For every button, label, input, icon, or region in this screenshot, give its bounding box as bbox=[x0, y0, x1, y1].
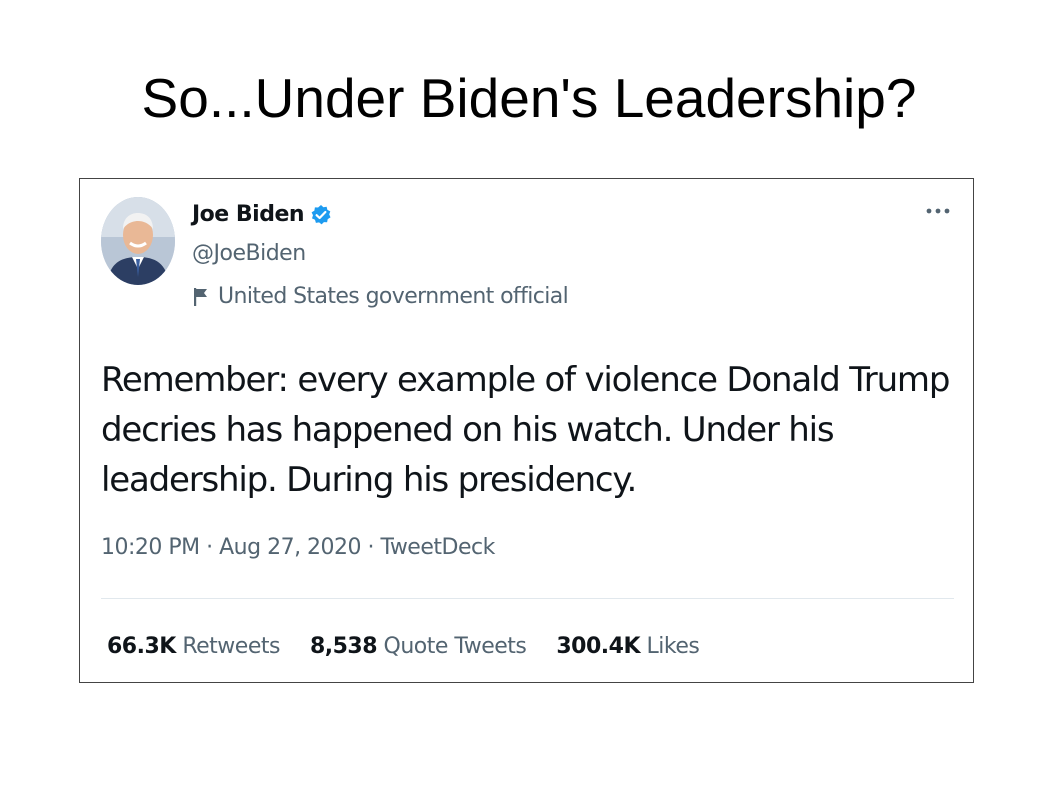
divider bbox=[101, 598, 954, 599]
likes-label: Likes bbox=[646, 634, 700, 659]
avatar[interactable] bbox=[101, 197, 175, 285]
quote-tweets-count: 8,538 bbox=[309, 634, 378, 659]
author-name-row[interactable]: Joe Biden bbox=[192, 202, 332, 227]
tweet-stats: 66.3K Retweets 8,538 Quote Tweets 300.4K… bbox=[107, 634, 700, 659]
more-options-icon[interactable] bbox=[925, 201, 951, 214]
likes-count: 300.4K bbox=[556, 634, 641, 659]
author-name[interactable]: Joe Biden bbox=[192, 202, 305, 227]
quote-tweets-stat[interactable]: 8,538 Quote Tweets bbox=[309, 634, 527, 659]
tweet-text: Remember: every example of violence Dona… bbox=[101, 360, 950, 500]
likes-stat[interactable]: 300.4K Likes bbox=[556, 634, 699, 659]
retweets-count: 66.3K bbox=[107, 634, 176, 659]
government-label: United States government official bbox=[192, 284, 569, 309]
retweets-stat[interactable]: 66.3K Retweets bbox=[107, 634, 280, 659]
government-flag-icon bbox=[192, 287, 210, 307]
author-handle[interactable]: @JoeBiden bbox=[192, 241, 306, 266]
tweet-card: Joe Biden @JoeBiden United States govern… bbox=[79, 178, 974, 683]
retweets-label: Retweets bbox=[182, 634, 280, 659]
slide: So...Under Biden's Leadership? Joe Biden bbox=[0, 0, 1058, 794]
quote-tweets-label: Quote Tweets bbox=[383, 634, 527, 659]
government-label-text: United States government official bbox=[218, 284, 569, 309]
slide-title: So...Under Biden's Leadership? bbox=[141, 67, 917, 129]
verified-badge-icon bbox=[310, 204, 332, 226]
tweet-timestamp[interactable]: 10:20 PM · Aug 27, 2020 · TweetDeck bbox=[101, 535, 495, 560]
